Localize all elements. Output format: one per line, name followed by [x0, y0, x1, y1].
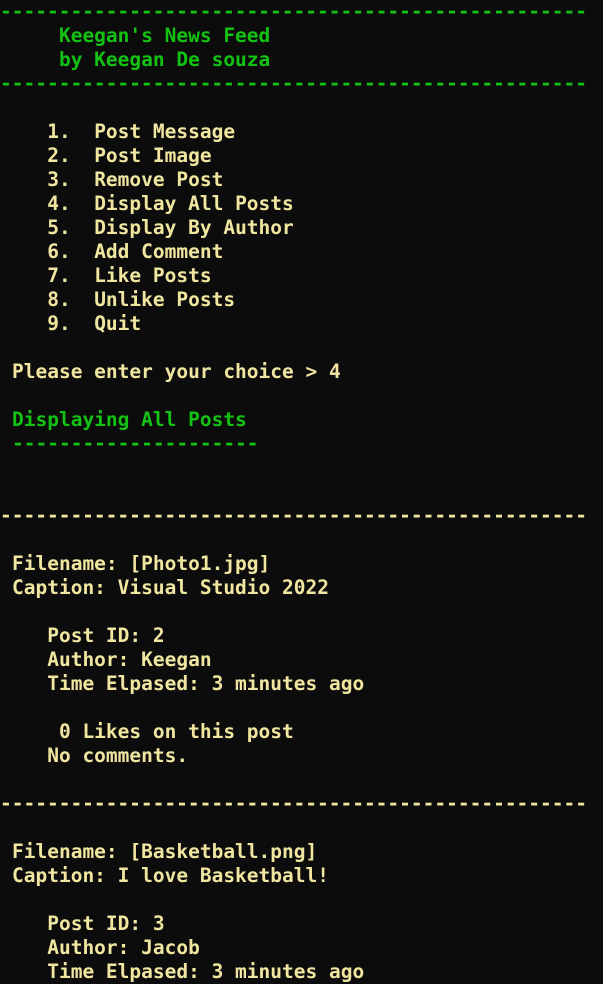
menu-item-label: Like Posts: [94, 264, 212, 287]
post-likes: 0 Likes on this post: [12, 720, 294, 743]
menu-item: 2. Post Image: [12, 144, 603, 168]
menu-item-number: 7.: [12, 264, 71, 287]
menu-item-label: Quit: [94, 312, 142, 335]
post-divider: ----------------------------------------…: [0, 504, 587, 527]
menu-item: 9. Quit: [12, 312, 603, 336]
header-bottom-rule: ----------------------------------------…: [0, 72, 587, 95]
menu-item: 5. Display By Author: [12, 216, 603, 240]
menu-item-label: Remove Post: [94, 168, 224, 191]
menu-item-label: Post Message: [94, 120, 236, 143]
menu-item-label: Display All Posts: [94, 192, 294, 215]
terminal-window: ----------------------------------------…: [0, 0, 603, 984]
choice-prompt-label: Please enter your choice >: [12, 360, 329, 383]
post-caption: Caption: I love Basketball!: [12, 864, 329, 887]
menu-item: 8. Unlike Posts: [12, 288, 603, 312]
choice-input-value[interactable]: 4: [329, 360, 341, 383]
menu-item-label: Unlike Posts: [94, 288, 236, 311]
menu-list: 1. Post Message 2. Post Image 3. Remove …: [12, 120, 603, 336]
post-card: Filename: [Basketball.png] Caption: I lo…: [12, 840, 603, 984]
post-id: Post ID: 2: [12, 624, 165, 647]
post-card: Filename: [Photo1.jpg] Caption: Visual S…: [12, 552, 603, 768]
post-time: Time Elpased: 3 minutes ago: [12, 960, 365, 983]
post-comments: No comments.: [12, 744, 189, 767]
menu-item: 4. Display All Posts: [12, 192, 603, 216]
menu-item-number: 5.: [12, 216, 71, 239]
header-title: Keegan's News Feed: [12, 24, 271, 47]
post-filename: Filename: [Photo1.jpg]: [12, 552, 271, 575]
section-underline: ---------------------: [12, 432, 259, 455]
header-byline: by Keegan De souza: [12, 48, 271, 71]
post-filename: Filename: [Basketball.png]: [12, 840, 318, 863]
menu-item-number: 2.: [12, 144, 71, 167]
menu-item-label: Post Image: [94, 144, 212, 167]
menu-item-label: Display By Author: [94, 216, 294, 239]
choice-prompt[interactable]: Please enter your choice > 4: [12, 360, 603, 384]
menu-item-number: 1.: [12, 120, 71, 143]
menu-item: 6. Add Comment: [12, 240, 603, 264]
menu-item: 3. Remove Post: [12, 168, 603, 192]
menu-item-number: 4.: [12, 192, 71, 215]
menu-item: 1. Post Message: [12, 120, 603, 144]
post-time: Time Elpased: 3 minutes ago: [12, 672, 365, 695]
menu-item-number: 8.: [12, 288, 71, 311]
post-caption: Caption: Visual Studio 2022: [12, 576, 329, 599]
post-author: Author: Jacob: [12, 936, 200, 959]
menu-item-number: 3.: [12, 168, 71, 191]
menu-item-label: Add Comment: [94, 240, 224, 263]
menu-item: 7. Like Posts: [12, 264, 603, 288]
section-title: Displaying All Posts: [12, 408, 247, 431]
menu-item-number: 9.: [12, 312, 71, 335]
post-id: Post ID: 3: [12, 912, 165, 935]
post-author: Author: Keegan: [12, 648, 212, 671]
post-divider: ----------------------------------------…: [0, 792, 587, 815]
header-top-rule: ----------------------------------------…: [0, 0, 587, 23]
menu-item-number: 6.: [12, 240, 71, 263]
